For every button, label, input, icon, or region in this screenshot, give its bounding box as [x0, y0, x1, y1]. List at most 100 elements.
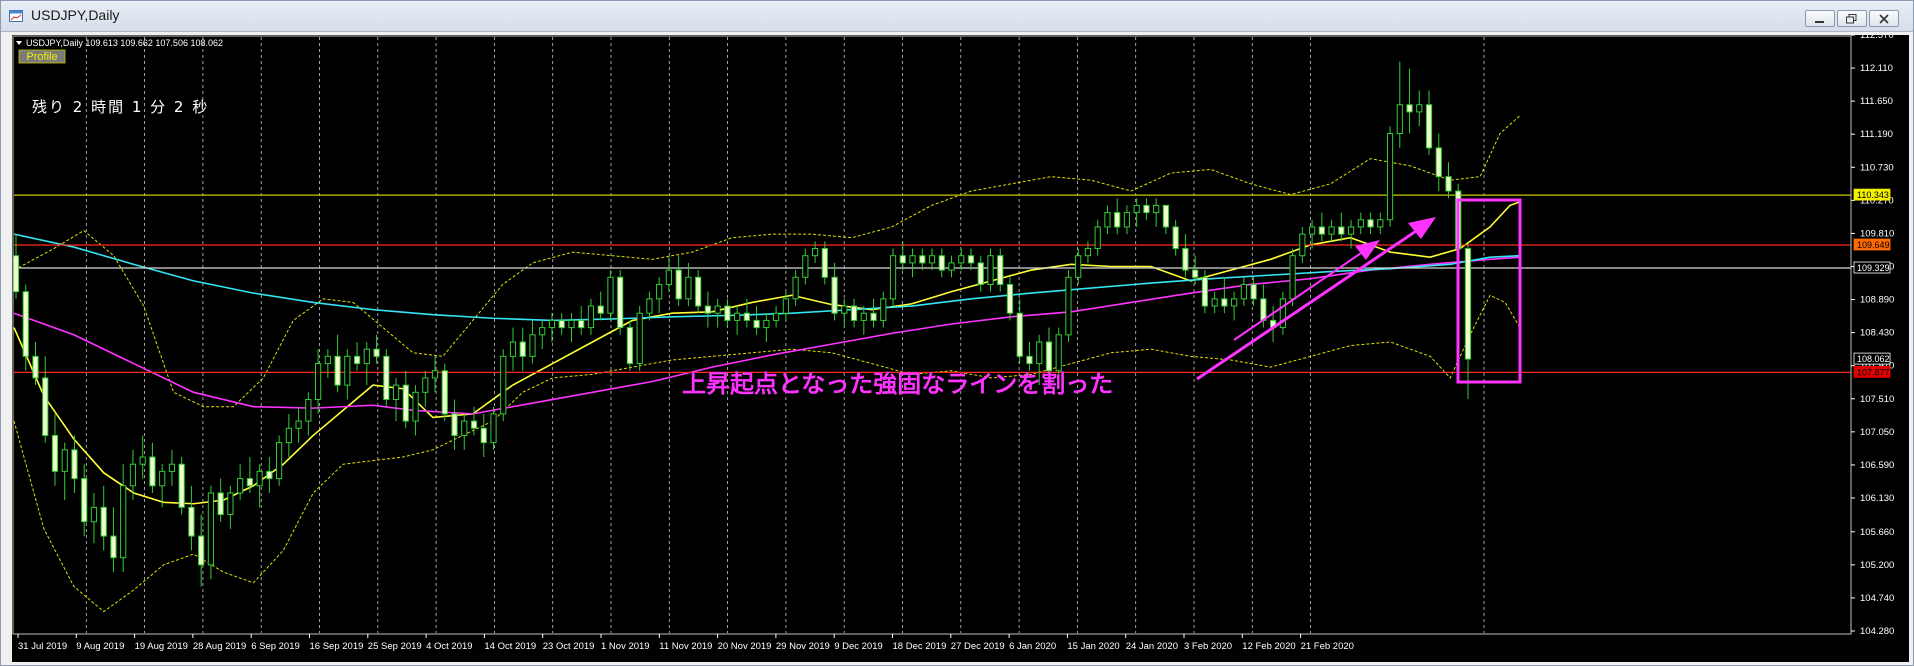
- y-tick-label: 106.130: [1860, 493, 1894, 504]
- candle-body: [734, 312, 741, 321]
- y-tick-label: 112.570: [1860, 35, 1894, 41]
- candle-body: [61, 449, 68, 472]
- y-tick-label: 105.660: [1860, 527, 1894, 538]
- candle: [500, 349, 507, 422]
- candle-body: [967, 255, 975, 264]
- candle-body: [344, 355, 351, 386]
- candle-body: [636, 312, 643, 365]
- candle-body: [539, 327, 546, 336]
- x-tick-label: 29 Nov 2019: [776, 641, 830, 652]
- candle-body: [159, 470, 166, 487]
- restore-button[interactable]: [1837, 10, 1867, 27]
- minimize-icon: [1815, 21, 1824, 23]
- candle-body: [675, 269, 682, 300]
- candle-body: [548, 319, 556, 329]
- x-tick-label: 6 Sep 2019: [251, 641, 300, 652]
- x-tick-label: 19 Aug 2019: [135, 641, 188, 652]
- candle-body: [1065, 276, 1072, 336]
- candle-body: [558, 319, 565, 329]
- candle-body: [1318, 226, 1325, 235]
- candle-body: [831, 276, 838, 314]
- candle-body: [1250, 283, 1257, 300]
- candle-body: [743, 312, 750, 321]
- window-titlebar[interactable]: USDJPY,Daily: [1, 1, 1913, 32]
- candle-body: [217, 492, 224, 516]
- candle-body: [1377, 219, 1384, 228]
- candle-body: [237, 478, 244, 494]
- close-button[interactable]: [1869, 10, 1899, 27]
- profile-button-label[interactable]: Profile: [26, 51, 57, 63]
- candle-body: [227, 492, 234, 516]
- candle-body: [1045, 341, 1053, 372]
- candle-body: [1299, 233, 1306, 257]
- candle-body: [207, 492, 214, 566]
- x-tick-label: 23 Oct 2019: [543, 641, 595, 652]
- candle-body: [1435, 147, 1442, 178]
- candle: [636, 306, 643, 371]
- candle-body: [1133, 204, 1140, 214]
- x-tick-label: 9 Dec 2019: [834, 641, 883, 652]
- candle-body: [412, 391, 419, 422]
- candle-body: [1006, 283, 1014, 314]
- candle-body: [802, 255, 809, 278]
- candle-body: [568, 319, 575, 329]
- candle-body: [1308, 226, 1316, 235]
- candle-body: [51, 434, 59, 472]
- candle-body: [246, 478, 253, 487]
- chart-area[interactable]: 112.570 112.110 111.650 111.190 110.730 110.2…: [12, 30, 1909, 662]
- chart-window-icon: [9, 10, 23, 22]
- annotation-text: 上昇起点となった強固なラインを割った: [682, 370, 1113, 398]
- candle-body: [529, 334, 536, 357]
- y-tick-label: 107.510: [1860, 394, 1894, 405]
- candle-body: [1367, 219, 1374, 228]
- candle-body: [1055, 334, 1062, 372]
- candle-body: [821, 248, 828, 278]
- candle-body: [997, 255, 1004, 285]
- candle-body: [987, 255, 994, 285]
- minimize-button[interactable]: [1805, 10, 1835, 27]
- candle-body: [811, 248, 819, 257]
- y-tick-label: 110.730: [1860, 162, 1894, 173]
- candle-body: [470, 420, 478, 429]
- candle-body: [1328, 226, 1335, 235]
- candle-body: [1016, 312, 1023, 357]
- candle-body: [1153, 204, 1160, 214]
- x-tick-label: 14 Oct 2019: [484, 641, 536, 652]
- candle-body: [724, 305, 731, 321]
- price-badge-label: 110.343: [1857, 190, 1889, 200]
- candle-body: [656, 283, 663, 300]
- candle-body: [22, 291, 29, 357]
- candle-body: [782, 298, 789, 314]
- candle-body: [1221, 298, 1228, 307]
- candle-body: [626, 327, 634, 365]
- x-tick-label: 28 Aug 2019: [193, 641, 246, 652]
- candle-body: [841, 305, 848, 314]
- candle-body: [646, 298, 653, 314]
- candle-body: [860, 312, 867, 321]
- candle: [276, 435, 283, 486]
- candle: [383, 349, 390, 407]
- candle-body: [880, 298, 887, 321]
- candle-body: [42, 377, 49, 436]
- candle-body: [1464, 248, 1472, 360]
- candle-body: [1094, 226, 1101, 250]
- candle-body: [266, 470, 273, 480]
- window-title: USDJPY,Daily: [31, 7, 120, 23]
- y-tick-label: 105.200: [1860, 560, 1894, 571]
- price-badge-label: 109.649: [1857, 240, 1890, 250]
- candle-body: [334, 355, 341, 386]
- candle: [178, 457, 185, 515]
- x-tick-label: 24 Jan 2020: [1126, 641, 1178, 652]
- price-chart[interactable]: 112.570112.110111.650111.190110.730110.2…: [12, 30, 1909, 662]
- candle-body: [578, 319, 585, 329]
- candle-body: [12, 255, 20, 293]
- y-tick-label: 109.810: [1860, 228, 1894, 239]
- candle-body: [607, 276, 614, 314]
- y-tick-label: 112.110: [1860, 63, 1893, 74]
- x-tick-label: 3 Feb 2020: [1184, 641, 1232, 652]
- candle: [1289, 248, 1296, 307]
- candle-body: [1240, 283, 1247, 300]
- candle-body: [129, 463, 137, 487]
- candle-body: [685, 276, 692, 300]
- x-tick-label: 16 Sep 2019: [310, 641, 364, 652]
